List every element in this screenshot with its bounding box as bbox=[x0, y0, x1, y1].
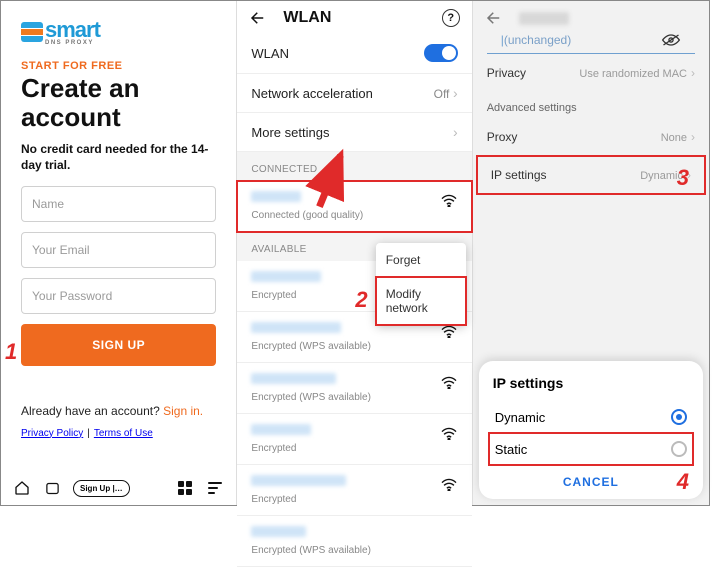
proxy-value: None bbox=[661, 132, 687, 144]
net-status: Encrypted (WPS available) bbox=[251, 392, 457, 403]
chevron-right-icon: › bbox=[453, 124, 458, 140]
more-label: More settings bbox=[251, 125, 329, 140]
step-1-marker: 1 bbox=[5, 339, 17, 365]
available-network-row[interactable]: Encrypted bbox=[237, 465, 471, 516]
chevron-right-icon: › bbox=[691, 66, 695, 80]
ip-label: IP settings bbox=[491, 168, 547, 182]
wifi-lock-icon bbox=[440, 324, 458, 338]
eye-off-icon[interactable] bbox=[661, 33, 681, 47]
password-field[interactable]: |(unchanged) bbox=[487, 33, 695, 54]
connected-section-label: CONNECTED bbox=[237, 152, 471, 181]
advanced-label: Advanced settings bbox=[473, 92, 709, 118]
wifi-icon bbox=[440, 193, 458, 207]
connected-status: Connected (good quality) bbox=[251, 210, 457, 221]
wlan-title: WLAN bbox=[283, 9, 331, 27]
logo-text: smart bbox=[45, 17, 100, 42]
signin-link[interactable]: Sign in. bbox=[163, 404, 203, 418]
terms-link[interactable]: Terms of Use bbox=[94, 428, 153, 439]
home-icon[interactable] bbox=[13, 479, 31, 497]
forget-option[interactable]: Forget bbox=[376, 243, 466, 277]
detail-header bbox=[473, 1, 709, 33]
wlan-panel: WLAN ? WLAN Network acceleration Off › M… bbox=[236, 1, 472, 505]
available-network-row[interactable]: Encrypted bbox=[237, 414, 471, 465]
radio-checked-icon[interactable] bbox=[671, 409, 687, 425]
wifi-lock-icon bbox=[440, 426, 458, 440]
page-title: Create an account bbox=[21, 74, 216, 131]
wifi-lock-icon bbox=[440, 477, 458, 491]
tab-icon[interactable] bbox=[43, 479, 61, 497]
wlan-header: WLAN ? bbox=[237, 1, 471, 33]
proxy-label: Proxy bbox=[487, 130, 518, 144]
wlan-label: WLAN bbox=[251, 46, 289, 61]
already-prefix: Already have an account? bbox=[21, 404, 163, 418]
more-settings-row[interactable]: More settings › bbox=[237, 113, 471, 152]
cancel-button[interactable]: CANCEL bbox=[493, 465, 689, 489]
ssid-blur bbox=[251, 373, 336, 384]
dynamic-label: Dynamic bbox=[495, 410, 546, 425]
back-icon[interactable] bbox=[485, 9, 503, 27]
net-status: Encrypted (WPS available) bbox=[251, 545, 457, 556]
signup-panel: smart DNS PROXY START FOR FREE Create an… bbox=[1, 1, 236, 505]
password-input[interactable] bbox=[21, 278, 216, 314]
logo-subtext: DNS PROXY bbox=[45, 40, 100, 46]
privacy-row[interactable]: Privacy Use randomized MAC › bbox=[473, 54, 709, 92]
available-network-row[interactable]: Encrypted (WPS available) bbox=[237, 363, 471, 414]
net-status: Encrypted bbox=[251, 494, 457, 505]
sort-icon[interactable] bbox=[206, 479, 224, 497]
network-detail-panel: |(unchanged) Privacy Use randomized MAC ›… bbox=[473, 1, 709, 505]
ip-settings-sheet: IP settings Dynamic Static CANCEL 4 bbox=[479, 361, 703, 499]
help-icon[interactable]: ? bbox=[442, 9, 460, 27]
privacy-label: Privacy bbox=[487, 66, 526, 80]
ssid-blur bbox=[519, 12, 569, 25]
network-accel-row[interactable]: Network acceleration Off › bbox=[237, 74, 471, 113]
accel-value: Off bbox=[434, 87, 450, 101]
step-2-marker: 2 bbox=[355, 287, 367, 313]
ssid-blur bbox=[251, 475, 346, 486]
logo: smart DNS PROXY bbox=[21, 17, 216, 46]
subheading: No credit card needed for the 14-day tri… bbox=[21, 141, 216, 173]
password-value: (unchanged) bbox=[504, 33, 571, 47]
step-4-marker: 4 bbox=[677, 469, 689, 495]
proxy-row[interactable]: Proxy None › bbox=[473, 118, 709, 156]
static-option[interactable]: Static bbox=[489, 433, 693, 465]
chevron-right-icon: › bbox=[453, 85, 458, 101]
dynamic-option[interactable]: Dynamic bbox=[493, 401, 689, 433]
privacy-value: Use randomized MAC bbox=[579, 68, 687, 80]
step-3-marker: 3 bbox=[677, 165, 689, 191]
name-input[interactable] bbox=[21, 186, 216, 222]
chevron-right-icon: › bbox=[691, 130, 695, 144]
radio-empty-icon[interactable] bbox=[671, 441, 687, 457]
signup-button[interactable]: SIGN UP bbox=[21, 324, 216, 366]
already-text: Already have an account? Sign in. bbox=[21, 404, 216, 418]
ssid-blur bbox=[251, 191, 301, 202]
ssid-blur bbox=[251, 526, 306, 537]
wlan-toggle[interactable] bbox=[424, 44, 458, 62]
static-label: Static bbox=[495, 442, 528, 457]
ip-settings-row[interactable]: IP settings Dynamic› bbox=[477, 156, 705, 194]
network-context-menu: Forget Modify network bbox=[376, 243, 466, 325]
start-for-free-label: START FOR FREE bbox=[21, 60, 216, 72]
logo-mark-icon bbox=[21, 22, 43, 42]
net-status: Encrypted (WPS available) bbox=[251, 341, 457, 352]
privacy-link[interactable]: Privacy Policy bbox=[21, 428, 83, 439]
sheet-title: IP settings bbox=[493, 375, 689, 391]
apps-icon[interactable] bbox=[176, 479, 194, 497]
legal-links: Privacy Policy | Terms of Use bbox=[21, 428, 216, 439]
accel-label: Network acceleration bbox=[251, 86, 372, 101]
modify-network-option[interactable]: Modify network bbox=[376, 277, 466, 325]
ssid-blur bbox=[251, 271, 321, 282]
legal-sep: | bbox=[87, 428, 90, 439]
wlan-toggle-row[interactable]: WLAN bbox=[237, 33, 471, 74]
net-status: Encrypted bbox=[251, 443, 457, 454]
ssid-blur bbox=[251, 322, 341, 333]
ssid-blur bbox=[251, 424, 311, 435]
available-network-row[interactable]: Encrypted (WPS available) bbox=[237, 516, 471, 567]
back-icon[interactable] bbox=[249, 9, 267, 27]
connected-network-row[interactable]: Connected (good quality) bbox=[237, 181, 471, 232]
signup-pill[interactable]: Sign Up |… bbox=[73, 480, 130, 497]
wifi-lock-icon bbox=[440, 375, 458, 389]
bottom-nav: Sign Up |… bbox=[13, 479, 224, 497]
email-input[interactable] bbox=[21, 232, 216, 268]
